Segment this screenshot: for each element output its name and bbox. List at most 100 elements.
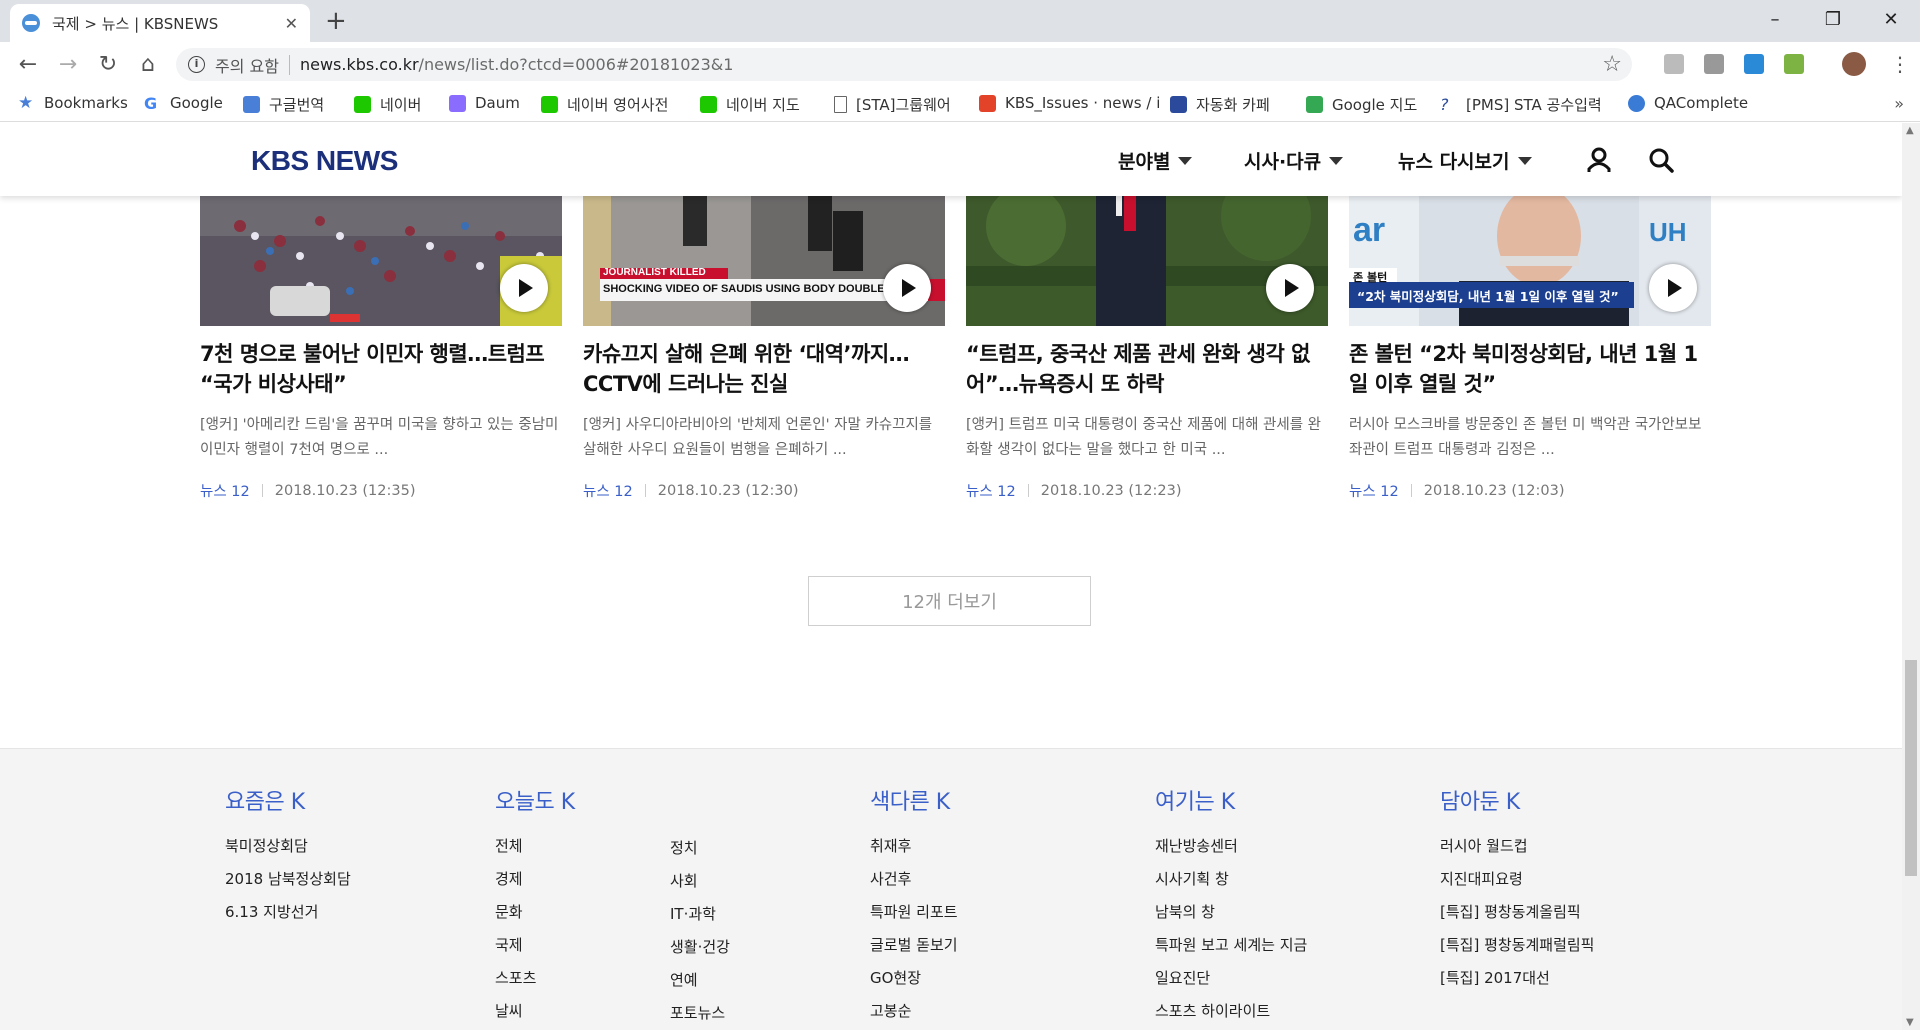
nav-category[interactable]: 분야별 [1118,147,1193,174]
menu-kebab-icon[interactable]: ⋮ [1890,52,1910,76]
bookmark-item[interactable]: Google 지도 [1306,94,1417,115]
footer-link[interactable]: [특집] 평창동계패럴림픽 [1440,929,1594,962]
page-scrollbar[interactable]: ▲ ▼ [1902,123,1920,1030]
bookmark-item[interactable]: 네이버 [354,94,421,115]
footer-link[interactable]: 남북의 창 [1155,896,1307,929]
footer-link[interactable]: [특집] 평창동계올림픽 [1440,896,1594,929]
article-thumbnail[interactable] [966,196,1328,326]
footer-link[interactable]: 날씨 [495,995,575,1028]
bookmarks-overflow-icon[interactable]: » [1894,94,1904,113]
bookmark-item[interactable]: 자동화 카페 [1170,94,1270,115]
footer-link[interactable]: 2018 남북정상회담 [225,863,351,896]
bookmark-item[interactable]: QAComplete [1628,94,1748,112]
bookmark-item[interactable]: 네이버 영어사전 [541,94,668,115]
bookmark-item[interactable]: 구글번역 [243,94,324,115]
footer-link[interactable]: 포토뉴스 [670,997,730,1030]
footer-link[interactable]: 사회 [670,865,730,898]
info-icon[interactable]: i [188,56,205,73]
user-icon[interactable] [1586,147,1612,173]
address-bar[interactable]: i 주의 요함 news.kbs.co.kr/news/list.do?ctcd… [176,48,1632,81]
footer-link[interactable]: GO현장 [870,962,958,995]
bookmark-item[interactable]: KBS_Issues · news / i [979,94,1160,112]
bookmark-star-icon[interactable]: ☆ [1602,52,1622,77]
footer-link[interactable]: 국제 [495,929,575,962]
footer-link[interactable]: 경제 [495,863,575,896]
article-meta: 뉴스 12 2018.10.23 (12:03) [1349,480,1711,501]
tab-title: 국제 > 뉴스 | KBSNEWS [52,14,219,33]
restore-icon[interactable]: ❐ [1806,0,1860,38]
footer-link[interactable]: 특파원 보고 세계는 지금 [1155,929,1307,962]
bookmark-item[interactable]: G Google [144,94,223,112]
footer-link[interactable]: 러시아 월드컵 [1440,830,1594,863]
minimize-icon[interactable]: – [1748,0,1802,38]
article-card[interactable]: JOURNALIST KILLED SHOCKING VIDEO OF SAUD… [583,196,945,501]
article-title[interactable]: 카슈끄지 살해 은폐 위한 ‘대역’까지…CCTV에 드러나는 진실 [583,339,945,399]
footer-link[interactable]: 특파원 리포트 [870,896,958,929]
close-tab-icon[interactable]: ✕ [285,14,298,33]
kbs-news-logo[interactable]: KBS NEWS [251,145,398,177]
footer-link[interactable]: 사건후 [870,863,958,896]
new-tab-button[interactable]: + [325,6,347,36]
close-window-icon[interactable]: ✕ [1864,0,1918,38]
footer-link[interactable]: 6.13 지방선거 [225,896,351,929]
footer-link[interactable]: 시사기획 창 [1155,863,1307,896]
footer-link[interactable]: 글로벌 돋보기 [870,929,958,962]
extension-icon-1[interactable] [1664,54,1684,74]
scroll-down-icon[interactable]: ▼ [1906,1017,1914,1028]
article-title[interactable]: 7천 명으로 불어난 이민자 행렬…트럼프 “국가 비상사태” [200,339,562,399]
article-thumbnail[interactable]: JOURNALIST KILLED SHOCKING VIDEO OF SAUD… [583,196,945,326]
article-summary[interactable]: [앵커] 트럼프 미국 대통령이 중국산 제품에 대해 관세를 완화할 생각이 … [966,413,1328,463]
article-summary[interactable]: [앵커] 사우디아라비아의 '반체제 언론인' 자말 카슈끄지를 살해한 사우디… [583,413,945,463]
footer-link[interactable]: 생활·건강 [670,931,730,964]
footer-link[interactable]: 고봉순 [870,995,958,1028]
article-title[interactable]: 존 볼턴 “2차 북미정상회담, 내년 1월 1일 이후 열릴 것” [1349,339,1711,399]
extension-icon-2[interactable] [1704,54,1724,74]
extension-icon-3[interactable] [1744,54,1764,74]
bookmark-item[interactable]: Daum [449,94,520,112]
footer-link[interactable]: 일요진단 [1155,962,1307,995]
scroll-up-icon[interactable]: ▲ [1906,125,1914,136]
footer-link[interactable]: 전체 [495,830,575,863]
footer-link[interactable]: IT·과학 [670,898,730,931]
footer-link[interactable]: 취재후 [870,830,958,863]
footer-link[interactable]: 북미정상회담 [225,830,351,863]
footer-link[interactable]: 연예 [670,964,730,997]
extension-icon-4[interactable] [1784,54,1804,74]
article-thumbnail[interactable] [200,196,562,326]
browser-tab[interactable]: 국제 > 뉴스 | KBSNEWS ✕ [10,4,310,42]
bookmark-item[interactable]: ★ Bookmarks [18,94,128,112]
article-thumbnail[interactable]: ar UH 존 볼턴 “2차 북미정상회담, 내년 1월 1일 이후 열릴 것” [1349,196,1711,326]
footer-link[interactable]: 지진대피요령 [1440,863,1594,896]
home-icon[interactable]: ⌂ [132,48,164,80]
footer-link[interactable]: 문화 [495,896,575,929]
search-icon[interactable] [1648,147,1674,173]
profile-avatar[interactable] [1842,52,1866,76]
security-status[interactable]: 주의 요함 [215,53,279,77]
play-icon[interactable] [1266,264,1314,312]
nav-current-affairs[interactable]: 시사·다큐 [1244,147,1344,174]
article-card[interactable]: “트럼프, 중국산 제품 관세 완화 생각 없어”…뉴욕증시 또 하락 [앵커]… [966,196,1328,501]
article-summary[interactable]: [앵커] '아메리칸 드림'을 꿈꾸며 미국을 향하고 있는 중남미 이민자 행… [200,413,562,463]
nav-replay[interactable]: 뉴스 다시보기 [1398,147,1532,174]
footer-link[interactable]: [특집] 2017대선 [1440,962,1594,995]
footer-link[interactable]: 재난방송센터 [1155,830,1307,863]
article-summary[interactable]: 러시아 모스크바를 방문중인 존 볼턴 미 백악관 국가안보보좌관이 트럼프 대… [1349,413,1711,463]
bookmark-item[interactable]: ? [PMS] STA 공수입력 [1440,94,1602,115]
article-card[interactable]: 7천 명으로 불어난 이민자 행렬…트럼프 “국가 비상사태” [앵커] '아메… [200,196,562,501]
reload-icon[interactable]: ↻ [92,48,124,80]
play-icon[interactable] [883,264,931,312]
footer-link[interactable]: 스포츠 [495,962,575,995]
back-icon[interactable]: ← [12,48,44,80]
play-icon[interactable] [1649,264,1697,312]
article-card[interactable]: ar UH 존 볼턴 “2차 북미정상회담, 내년 1월 1일 이후 열릴 것”… [1349,196,1711,501]
footer-link[interactable]: 정치 [670,832,730,865]
url-text[interactable]: news.kbs.co.kr/news/list.do?ctcd=0006#20… [300,55,733,74]
article-title[interactable]: “트럼프, 중국산 제품 관세 완화 생각 없어”…뉴욕증시 또 하락 [966,339,1328,399]
bookmark-item[interactable]: [STA]그룹웨어 [834,94,951,115]
footer-link[interactable]: 스포츠 하이라이트 [1155,995,1307,1028]
load-more-button[interactable]: 12개 더보기 [808,576,1091,626]
scrollbar-thumb[interactable] [1905,660,1917,876]
forward-icon[interactable]: → [52,48,84,80]
play-icon[interactable] [500,264,548,312]
bookmark-item[interactable]: 네이버 지도 [700,94,800,115]
